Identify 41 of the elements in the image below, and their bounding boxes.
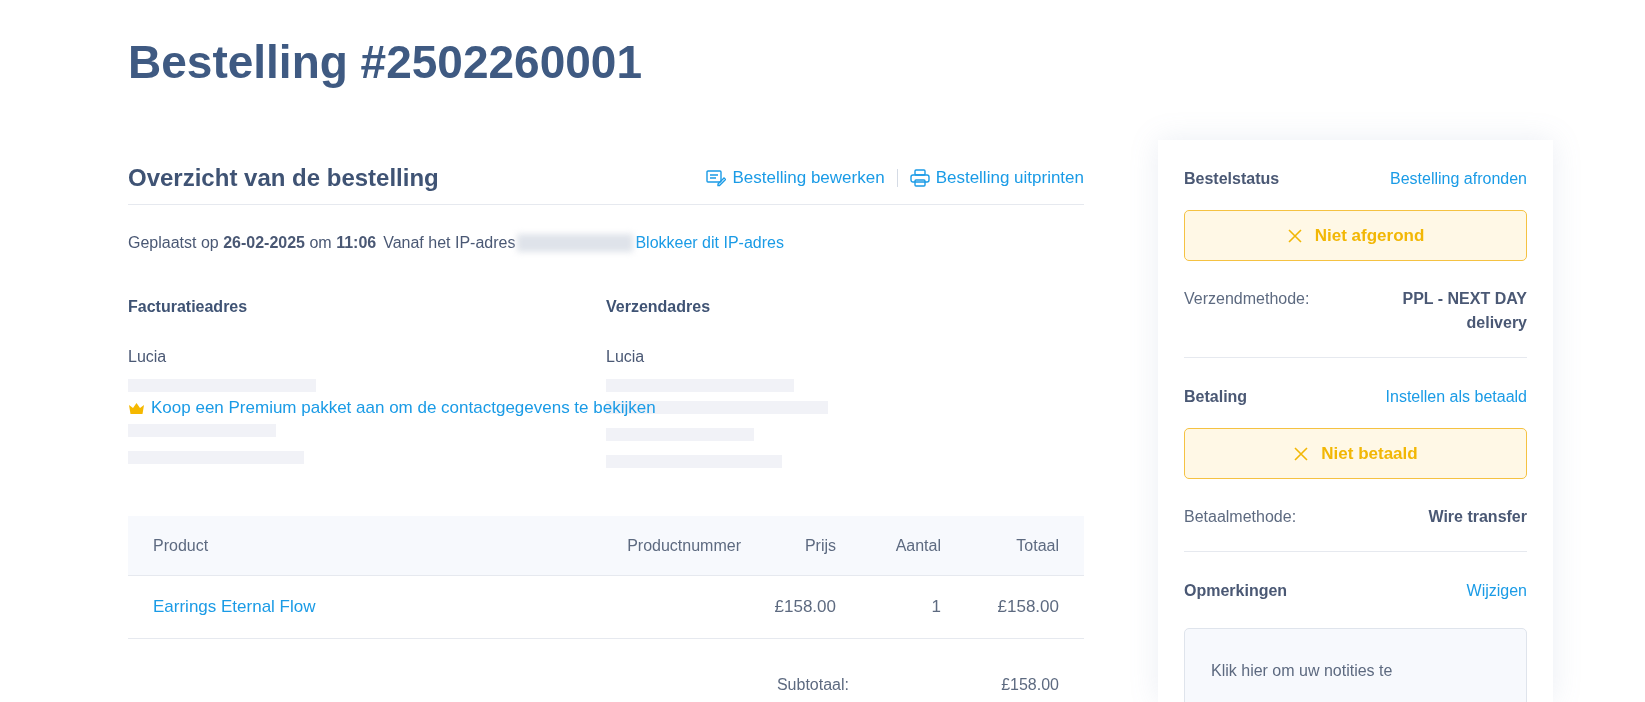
block-ip-link[interactable]: Blokkeer dit IP-adres: [635, 231, 784, 255]
placed-info: Geplaatst op 26-02-2025 om 11:06: [128, 233, 377, 253]
crown-icon: [128, 401, 145, 415]
section-heading: Overzicht van de bestelling: [128, 163, 439, 193]
subtotal-label: Subtotaal:: [775, 675, 849, 695]
column-header: Aantal: [895, 536, 941, 554]
panel-action-link[interactable]: Instellen als betaald: [1385, 385, 1527, 409]
table-cell: £158.00: [774, 597, 836, 617]
print-link[interactable]: Bestelling uitprinten: [909, 165, 1084, 191]
detail-label: Betaalmethode:: [1184, 507, 1297, 527]
column-header: Product: [153, 536, 209, 554]
cross-icon: [1286, 227, 1303, 244]
customer-name: Lucia: [128, 347, 167, 367]
panel-action-link[interactable]: Bestelling afronden: [1390, 167, 1527, 191]
notes-field[interactable]: Klik hier om uw notities te: [1184, 628, 1527, 702]
detail-label: Verzendmethode:: [1184, 289, 1310, 309]
column-header: Totaal: [1016, 536, 1059, 554]
address-heading: Verzendadres: [606, 297, 711, 317]
panel-heading: Opmerkingen: [1184, 581, 1288, 601]
edit-link[interactable]: Bestelling bewerken: [706, 165, 885, 191]
panel-heading: Betaling: [1184, 387, 1248, 407]
status-badge: Niet betaald: [1184, 428, 1527, 479]
table-cell: 1: [931, 597, 941, 617]
table-cell: £158.00: [997, 597, 1059, 617]
edit-icon: [706, 169, 727, 187]
page-title: Bestelling #2502260001: [128, 35, 643, 90]
ip-label: Vanaf het IP-adres: [383, 233, 516, 253]
detail-value: Wire transfer: [1427, 507, 1527, 527]
cross-icon: [1293, 445, 1310, 462]
panel-heading: Bestelstatus: [1184, 169, 1280, 189]
column-header: Prijs: [804, 536, 836, 554]
address-heading: Facturatieadres: [128, 297, 248, 317]
column-header: Productnummer: [627, 536, 741, 554]
status-badge: Niet afgerond: [1184, 210, 1527, 261]
customer-name: Lucia: [606, 347, 645, 367]
detail-value: PPL - NEXT DAY delivery: [1401, 289, 1527, 333]
premium-link[interactable]: Koop een Premium pakket aan om de contactgegevens te bekijken: [128, 392, 656, 424]
product-link[interactable]: Earrings Eternal Flow: [153, 597, 316, 617]
subtotal-value: £158.00: [1000, 675, 1059, 695]
printer-icon: [909, 169, 930, 187]
panel-action-link[interactable]: Wijzigen: [1466, 579, 1527, 603]
